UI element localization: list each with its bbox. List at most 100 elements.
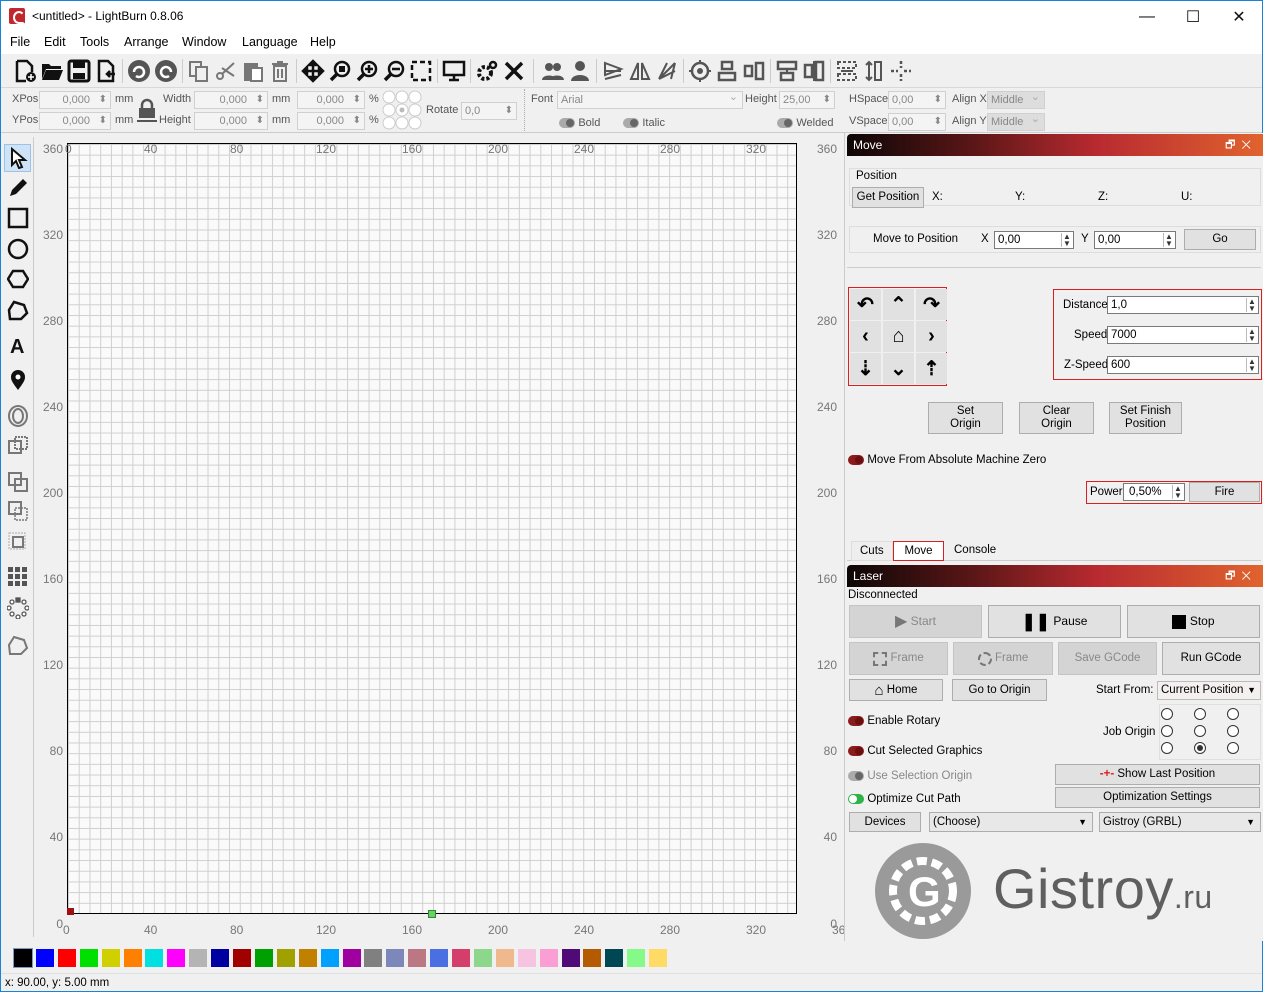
port-select[interactable]: (Choose) ▼ (929, 812, 1093, 832)
align-x-select[interactable]: Middle (987, 89, 1045, 109)
maximize-button[interactable]: ☐ (1170, 1, 1216, 32)
job-origin-middle-left[interactable] (1161, 725, 1173, 737)
menu-window[interactable]: Window (182, 35, 226, 49)
power-input[interactable]: 0,50% ▲ ▼ (1123, 483, 1185, 501)
color-swatch[interactable] (123, 949, 142, 967)
move-to-button[interactable] (887, 57, 915, 85)
menu-help[interactable]: Help (310, 35, 336, 49)
color-swatch[interactable] (473, 949, 492, 967)
color-swatch[interactable] (254, 949, 273, 967)
color-swatch[interactable] (583, 949, 602, 967)
import-button[interactable] (92, 57, 120, 85)
center-button[interactable] (686, 57, 714, 85)
jog-down-button[interactable]: ⌄ (883, 353, 914, 384)
get-position-button[interactable]: Get Position (852, 187, 924, 208)
job-origin-top-center[interactable] (1194, 708, 1206, 720)
color-swatch[interactable] (430, 949, 449, 967)
show-last-position-button[interactable]: -+- Show Last Position (1055, 764, 1260, 785)
color-swatch[interactable] (364, 949, 383, 967)
set-finish-position-button[interactable]: Set Finish Position (1109, 402, 1182, 434)
open-button[interactable] (38, 57, 66, 85)
color-swatch[interactable] (539, 949, 558, 967)
job-origin-center[interactable] (1194, 725, 1206, 737)
tab-cuts[interactable]: Cuts (851, 541, 893, 561)
panel-controls[interactable]: 🗗✕ (1225, 134, 1257, 156)
hspace-input[interactable]: 0,00 (888, 91, 946, 109)
mirror-horizontal-button[interactable] (599, 57, 627, 85)
jog-left-button[interactable]: ‹ (850, 321, 881, 352)
anchor-point-selector[interactable] (382, 90, 422, 130)
workspace-grid[interactable] (67, 143, 797, 914)
settings-button[interactable] (473, 57, 501, 85)
color-swatch[interactable] (627, 949, 646, 967)
height-percent-input[interactable]: 0,000 (297, 112, 365, 130)
align-left-button[interactable] (713, 57, 741, 85)
tool-offset[interactable] (4, 402, 31, 430)
fire-button[interactable]: Fire (1189, 482, 1260, 502)
abs-zero-switch[interactable] (848, 454, 864, 465)
color-swatch[interactable] (320, 949, 339, 967)
color-swatch[interactable] (342, 949, 361, 967)
redo-button[interactable] (152, 57, 180, 85)
pause-button[interactable]: ❚❚ Pause (988, 605, 1121, 638)
tool-boolean-union[interactable] (4, 432, 31, 460)
job-origin-middle-right[interactable] (1227, 725, 1239, 737)
color-swatch[interactable] (101, 949, 120, 967)
cut-selected-switch[interactable] (848, 745, 864, 756)
color-swatch[interactable] (13, 948, 33, 968)
spinner-icon[interactable]: ▲ ▼ (1172, 485, 1183, 500)
welded-switch[interactable] (777, 117, 793, 128)
color-swatch[interactable] (408, 949, 427, 967)
italic-toggle[interactable]: Italic (623, 115, 665, 129)
tool-circular-array[interactable] (4, 594, 31, 622)
zoom-in-button[interactable] (353, 57, 381, 85)
go-button[interactable]: Go (1184, 229, 1256, 250)
distance-input[interactable]: 1,0 ▲ ▼ (1107, 296, 1259, 314)
color-swatch[interactable] (452, 949, 470, 967)
color-swatch[interactable] (649, 949, 668, 967)
copy-button[interactable] (185, 57, 213, 85)
jog-z-up-button[interactable]: ⇡ (916, 353, 947, 384)
font-height-input[interactable]: 25,00 (779, 91, 835, 109)
run-gcode-button[interactable]: Run GCode (1162, 642, 1260, 675)
tool-draw-lines[interactable] (4, 174, 31, 202)
spinner-icon[interactable]: ▲ ▼ (1246, 328, 1257, 343)
group-button[interactable] (539, 57, 567, 85)
jog-z-rotate-left-button[interactable]: ↶ (850, 289, 881, 320)
color-swatch[interactable] (517, 949, 536, 967)
distribute-horizontal-button[interactable] (833, 57, 861, 85)
color-swatch[interactable] (35, 949, 54, 967)
move-x-input[interactable]: 0,00 ▲ ▼ (994, 231, 1074, 249)
welded-toggle[interactable]: Welded (777, 115, 833, 129)
job-origin-bottom-right[interactable] (1227, 742, 1239, 754)
job-origin-top-left[interactable] (1161, 708, 1173, 720)
tab-console[interactable]: Console (946, 541, 1004, 561)
start-from-select[interactable]: Current Position ▼ (1157, 681, 1261, 700)
jog-z-down-button[interactable]: ⇣ (850, 353, 881, 384)
minimize-button[interactable]: — (1124, 1, 1170, 32)
menu-file[interactable]: File (10, 35, 30, 49)
vspace-input[interactable]: 0,00 (888, 113, 946, 131)
frame-selection-button[interactable] (407, 57, 435, 85)
mirror-vertical-button[interactable] (626, 57, 654, 85)
color-swatch[interactable] (298, 949, 317, 967)
devices-button[interactable]: Devices (849, 812, 921, 832)
tool-select[interactable] (4, 144, 31, 172)
machine-settings-button[interactable] (500, 57, 528, 85)
italic-switch[interactable] (623, 117, 639, 128)
ypos-input[interactable]: 0,000 (39, 112, 111, 130)
color-swatch[interactable] (495, 949, 514, 967)
menu-edit[interactable]: Edit (44, 35, 66, 49)
optimization-settings-button[interactable]: Optimization Settings (1055, 787, 1260, 808)
menu-language[interactable]: Language (242, 35, 298, 49)
color-swatch[interactable] (79, 949, 98, 967)
spinner-icon[interactable]: ▲ ▼ (1246, 298, 1257, 313)
tool-rectangle[interactable] (4, 204, 31, 232)
close-button[interactable]: ✕ (1216, 1, 1262, 32)
paste-button[interactable] (239, 57, 267, 85)
tool-edit-nodes[interactable] (4, 296, 31, 324)
color-swatch[interactable] (145, 949, 164, 967)
delete-button[interactable] (266, 57, 294, 85)
new-file-button[interactable] (11, 57, 39, 85)
set-origin-button[interactable]: Set Origin (928, 402, 1003, 434)
